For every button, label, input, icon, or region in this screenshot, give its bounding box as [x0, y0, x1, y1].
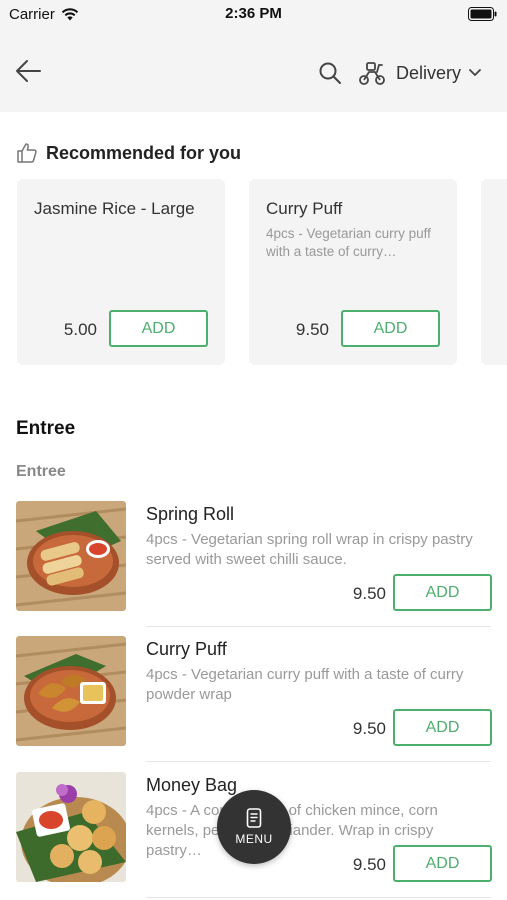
menu-button[interactable]: MENU	[217, 790, 291, 864]
thumbs-up-icon	[17, 143, 37, 163]
menu-label: MENU	[235, 832, 273, 846]
recommended-item-name: Jasmine Rice - Large	[34, 199, 195, 218]
recommended-item-name: Curry Puff	[266, 199, 343, 218]
search-button[interactable]	[318, 61, 342, 85]
status-bar: Carrier 2:36 PM	[0, 0, 507, 30]
recommended-item-price: 9.50	[295, 320, 329, 339]
divider	[146, 761, 491, 762]
back-button[interactable]	[12, 56, 44, 86]
add-button[interactable]: ADD	[393, 709, 492, 746]
app-header: Delivery	[0, 30, 507, 112]
section-title: Entree	[16, 418, 76, 439]
add-button[interactable]: ADD	[393, 845, 492, 882]
status-time: 2:36 PM	[225, 5, 282, 22]
divider	[146, 897, 491, 898]
item-price: 9.50	[352, 719, 386, 738]
divider	[146, 626, 491, 627]
recommended-card[interactable]: Jasmine Rice - Large 5.00 ADD	[17, 179, 225, 365]
recommended-item-description: 4pcs - Vegetarian curry puff with a tast…	[266, 226, 431, 259]
category-subtitle: Entree	[16, 463, 66, 480]
menu-book-icon	[246, 808, 262, 828]
back-arrow-icon	[16, 60, 41, 82]
add-button[interactable]: ADD	[109, 310, 208, 347]
item-description: 4pcs - Vegetarian curry puff with a tast…	[146, 666, 464, 703]
food-photo	[16, 501, 126, 611]
recommended-header: Recommended for you	[16, 142, 241, 164]
add-button[interactable]: ADD	[341, 310, 440, 347]
delivery-mode-selector[interactable]: Delivery	[358, 58, 481, 88]
scooter-icon	[359, 62, 385, 85]
food-photo	[16, 636, 126, 746]
recommended-title: Recommended for you	[46, 142, 242, 163]
recommended-item-price: 5.00	[63, 320, 97, 339]
menu-item[interactable]: Spring Roll 4pcs - Vegetarian spring rol…	[0, 501, 507, 627]
search-icon	[319, 62, 341, 84]
battery-icon	[468, 7, 497, 21]
item-name: Money Bag	[146, 775, 238, 795]
item-name: Curry Puff	[146, 639, 227, 659]
delivery-label: Delivery	[396, 62, 462, 83]
food-photo	[16, 772, 126, 882]
recommended-card[interactable]: Curry Puff 4pcs - Vegetarian curry puff …	[249, 179, 457, 365]
item-description: 4pcs - Vegetarian spring roll wrap in cr…	[146, 531, 473, 568]
add-button[interactable]: ADD	[393, 574, 492, 611]
menu-item[interactable]: Curry Puff 4pcs - Vegetarian curry puff …	[0, 636, 507, 762]
chevron-down-icon	[469, 69, 481, 76]
recommended-carousel[interactable]: Jasmine Rice - Large 5.00 ADD Curry Puff…	[0, 179, 507, 367]
recommended-card-partial[interactable]	[481, 179, 507, 365]
item-name: Spring Roll	[146, 504, 235, 524]
item-price: 9.50	[352, 584, 386, 603]
item-price: 9.50	[352, 855, 386, 874]
